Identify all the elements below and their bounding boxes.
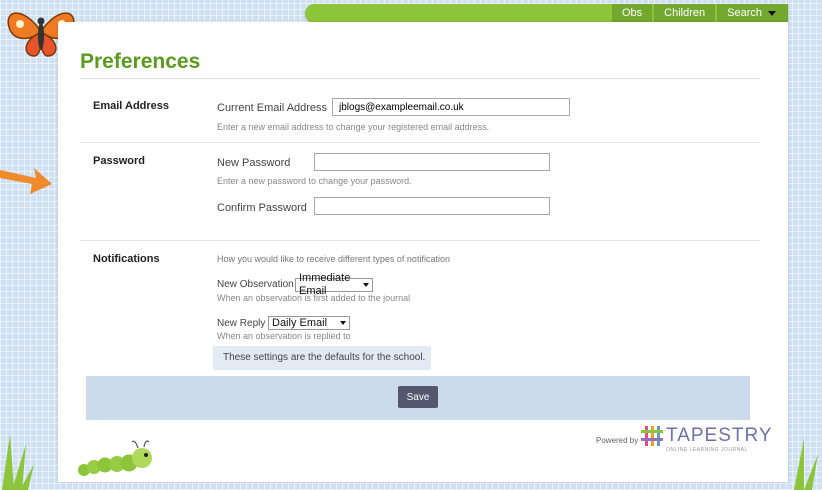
grass-icon [2,434,34,490]
main-nav: Obs Children Search [610,4,788,23]
confirm-password-label: Confirm Password [217,202,307,214]
section-divider [80,142,760,143]
password-help-text: Enter a new password to change your pass… [217,176,412,186]
chevron-down-icon [768,10,776,16]
password-section-label: Password [93,155,145,167]
nav-item-search[interactable]: Search [717,4,788,23]
top-nav-bar: Obs Children Search [305,4,788,23]
nav-item-label: Search [727,7,762,19]
tapestry-tagline: ONLINE LEARNING JOURNAL [666,447,748,453]
new-observation-select[interactable]: Immediate Email [295,272,373,297]
save-button[interactable]: Save [398,386,438,408]
confirm-password-field[interactable] [314,197,550,215]
tapestry-brand-name: TAPESTRY [666,425,773,446]
nav-item-label: Obs [621,7,643,19]
new-reply-help: When an observation is replied to [217,331,351,341]
chevron-down-icon [340,321,346,325]
nav-item-children[interactable]: Children [654,4,716,23]
email-section-label: Email Address [93,100,170,112]
email-field[interactable] [332,98,570,116]
title-divider [80,78,760,79]
notifications-section-label: Notifications [93,253,160,265]
tapestry-logo-icon [641,426,663,446]
notifications-intro: How you would like to receive different … [217,254,450,264]
new-password-label: New Password [217,157,291,169]
preferences-panel: Preferences Email Address Current Email … [58,22,788,482]
new-reply-selected: Daily Email [272,316,328,329]
powered-by-text: Powered by [596,436,639,445]
new-reply-label: New Reply [217,318,266,329]
save-bar: Save [86,376,750,420]
new-observation-label: New Observation [217,279,294,290]
grass-icon [794,438,818,490]
section-divider [80,240,760,241]
chevron-down-icon [363,283,369,287]
new-password-field[interactable] [314,153,550,171]
nav-item-label: Children [664,7,706,19]
nav-item-obs[interactable]: Obs [611,4,653,23]
arrow-icon [0,168,52,194]
new-reply-select[interactable]: Daily Email [268,316,350,330]
tapestry-logo: TAPESTRY ONLINE LEARNING JOURNAL [641,426,773,453]
caterpillar-icon [78,440,152,476]
defaults-note: These settings are the defaults for the … [213,346,431,370]
email-help-text: Enter a new email address to change your… [217,122,490,132]
page-title: Preferences [80,50,201,73]
new-observation-help: When an observation is first added to th… [217,293,411,303]
current-email-label: Current Email Address [217,102,328,114]
